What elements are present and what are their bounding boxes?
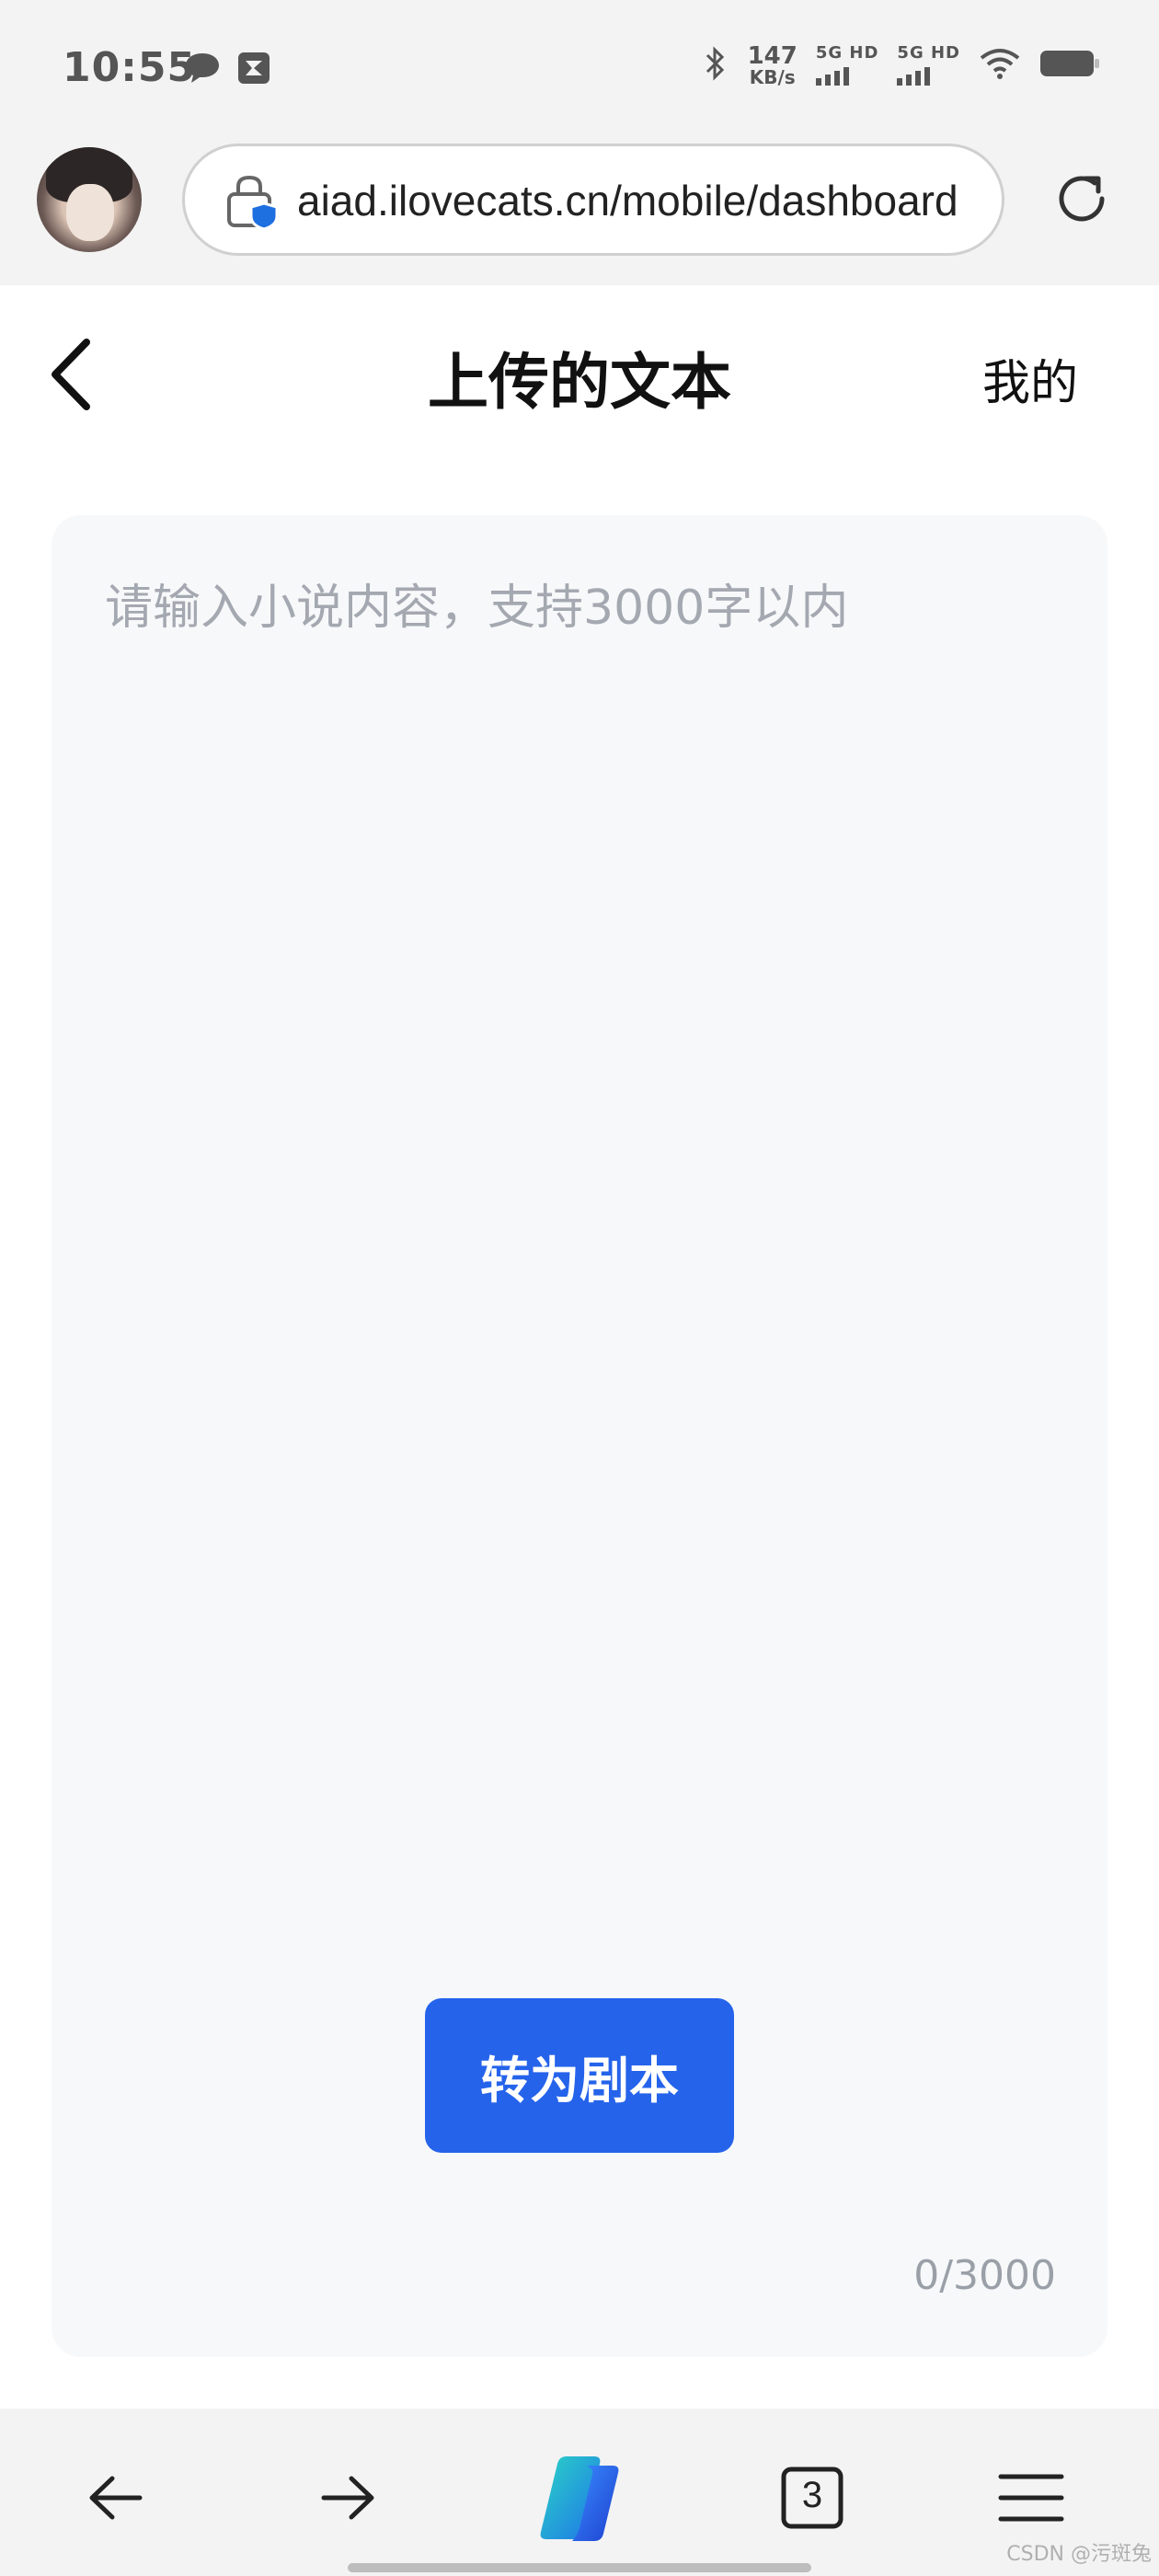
status-bar: 10:55 147 KB/s 5G HD 5G HD	[0, 0, 1159, 138]
avatar-face	[66, 184, 114, 241]
sim1-signal: 5G HD	[815, 43, 879, 86]
nav-back-icon[interactable]	[75, 2456, 158, 2539]
signal-bars-icon	[815, 65, 849, 86]
browser-bottom-bar: 3 CSDN @污斑兔	[0, 2409, 1159, 2576]
browser-url-row: aiad.ilovecats.cn/mobile/dashboard	[0, 138, 1159, 285]
app-header: 上传的文本 我的	[0, 285, 1159, 460]
editor-card: 转为剧本 0/3000	[52, 515, 1107, 2357]
notification-icons	[184, 52, 270, 88]
bluetooth-icon	[702, 45, 729, 86]
battery-icon	[1039, 48, 1100, 83]
browser-top-chrome: 10:55 147 KB/s 5G HD 5G HD aiad.ilovecat…	[0, 0, 1159, 285]
reload-icon[interactable]	[1049, 166, 1115, 232]
novel-content-input[interactable]	[52, 515, 1107, 1895]
tabs-icon[interactable]: 3	[771, 2456, 854, 2539]
profile-avatar[interactable]	[37, 147, 142, 252]
url-text[interactable]: aiad.ilovecats.cn/mobile/dashboard	[297, 176, 958, 225]
sim1-label: 5G HD	[815, 43, 879, 63]
copilot-icon[interactable]	[526, 2444, 633, 2550]
wifi-icon	[979, 47, 1021, 84]
message-bubble-icon	[184, 52, 221, 88]
status-time: 10:55	[63, 44, 197, 91]
sim2-label: 5G HD	[897, 43, 960, 63]
char-counter: 0/3000	[913, 2252, 1056, 2299]
network-speed-unit: KB/s	[749, 66, 796, 88]
tab-count: 3	[801, 2475, 823, 2515]
nav-forward-icon[interactable]	[305, 2456, 388, 2539]
network-speed: 147 KB/s	[748, 44, 798, 86]
secure-lock-icon[interactable]	[224, 172, 284, 233]
signal-bars-icon	[897, 65, 931, 86]
convert-to-script-button[interactable]: 转为剧本	[425, 1998, 734, 2153]
app-notification-icon	[237, 52, 270, 88]
network-speed-value: 147	[747, 42, 798, 70]
menu-icon[interactable]	[990, 2456, 1073, 2539]
watermark: CSDN @污斑兔	[1006, 2543, 1152, 2566]
mine-link[interactable]: 我的	[982, 344, 1078, 413]
address-bar[interactable]: aiad.ilovecats.cn/mobile/dashboard	[182, 144, 1004, 256]
sim2-signal: 5G HD	[897, 45, 960, 86]
status-right-group: 147 KB/s 5G HD 5G HD	[702, 44, 1100, 86]
home-indicator[interactable]	[348, 2563, 811, 2572]
